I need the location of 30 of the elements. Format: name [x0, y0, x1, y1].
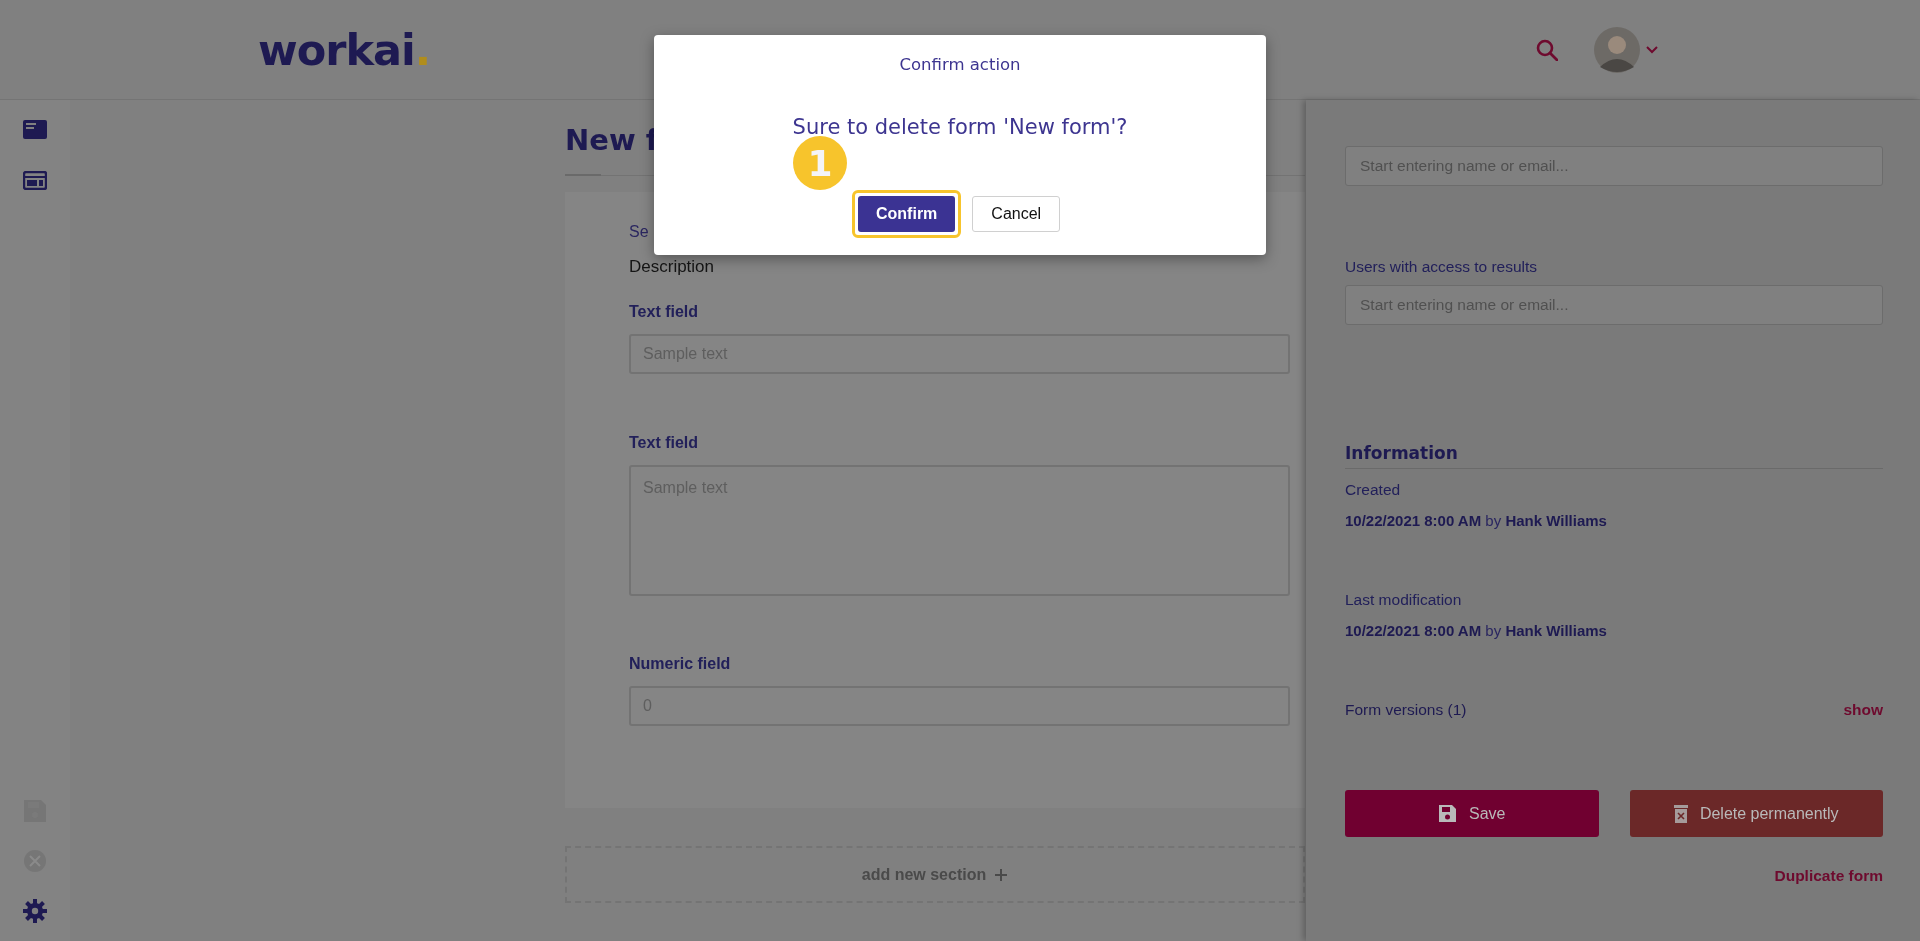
section-description: Description — [629, 257, 715, 277]
chevron-down-icon[interactable] — [1646, 45, 1658, 54]
settings-icon[interactable] — [23, 899, 47, 923]
avatar[interactable] — [1594, 26, 1640, 73]
info-value: 10/22/2021 8:00 AM by Hank Williams — [1345, 512, 1607, 529]
field-label: Text field — [629, 433, 699, 453]
field-label: Numeric field — [629, 654, 731, 674]
info-label: Created — [1345, 481, 1401, 499]
trash-icon — [1673, 804, 1688, 823]
field-label: Users with access to results — [1345, 258, 1538, 276]
info-label: Last modification — [1345, 591, 1462, 609]
search-icon[interactable] — [1536, 38, 1558, 61]
section-title: Se — [629, 222, 649, 242]
logo[interactable]: workai. — [258, 24, 431, 75]
plus-icon — [994, 867, 1009, 882]
duplicate-link[interactable]: Duplicate form — [1774, 867, 1883, 884]
confirm-button[interactable]: Confirm — [858, 196, 956, 232]
section-heading: Information — [1345, 443, 1883, 469]
show-link[interactable]: show — [1843, 701, 1883, 719]
versions-label: Form versions (1) — [1345, 701, 1467, 719]
cancel-button[interactable]: Cancel — [972, 196, 1061, 232]
step-badge: 1 — [793, 136, 847, 190]
field-label: Text field — [629, 302, 699, 322]
save-button[interactable]: Save — [1345, 790, 1599, 837]
dialog-message: Sure to delete form 'New form'? — [792, 115, 1128, 139]
layout-icon[interactable] — [23, 171, 47, 190]
delete-button[interactable]: Delete permanently — [1629, 790, 1883, 837]
document-icon[interactable] — [23, 120, 47, 139]
info-value: 10/22/2021 8:00 AM by Hank Williams — [1345, 622, 1607, 639]
dialog-title: Confirm action — [899, 55, 1021, 74]
